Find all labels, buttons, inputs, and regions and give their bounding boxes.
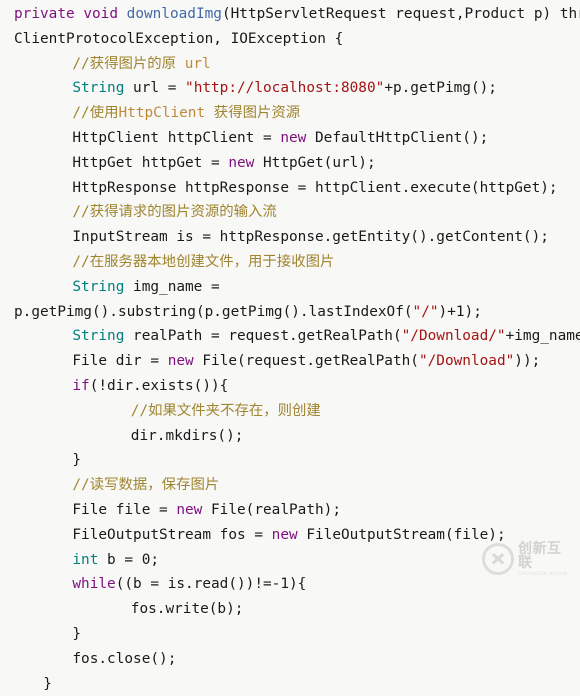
- code-token-plain: ((b = is.read())!=-: [115, 576, 281, 593]
- code-token-cmt: //如果文件夹不存在，则创建: [130, 402, 321, 419]
- code-token-plain: }: [72, 452, 82, 469]
- code-token-kw: new: [280, 129, 307, 146]
- code-token-num: 1: [280, 576, 290, 593]
- code-snippet-viewer: private void downloadImg(HttpServletRequ…: [0, 0, 580, 692]
- code-token-plain: FileOutputStream fos =: [72, 526, 272, 543]
- code-line: InputStream is = httpResponse.getEntity(…: [0, 225, 580, 250]
- code-line: File dir = new File(request.getRealPath(…: [0, 349, 580, 374]
- code-token-plain: ));: [514, 353, 541, 370]
- code-line: }: [0, 672, 580, 696]
- code-token-cmt: //读写数据，保存图片: [72, 477, 220, 494]
- code-line: String realPath = request.getRealPath("/…: [0, 324, 580, 349]
- code-token-plain: DefaultHttpClient();: [306, 129, 489, 146]
- code-line: ClientProtocolException, IOException {: [0, 27, 580, 52]
- code-token-plain: File(request.getRealPath(: [193, 353, 419, 370]
- code-line: String img_name =: [0, 275, 580, 300]
- code-line: //使用HttpClient 获得图片资源: [0, 101, 580, 126]
- code-line: fos.write(b);: [0, 597, 580, 622]
- code-token-kw: new: [176, 501, 203, 518]
- code-line: String url = "http://localhost:8080"+p.g…: [0, 76, 580, 101]
- code-token-plain: )+1);: [438, 303, 482, 320]
- code-token-kw: private: [14, 6, 75, 22]
- code-token-type: String: [72, 80, 125, 97]
- code-line: }: [0, 622, 580, 647]
- code-token-plain: dir.mkdirs();: [130, 427, 244, 444]
- code-line: HttpGet httpGet = new HttpGet(url);: [0, 151, 580, 176]
- code-token-str: "/Download/": [401, 328, 506, 345]
- code-token-plain: ClientProtocolException, IOException {: [14, 30, 344, 47]
- code-line: //获得图片的原 url: [0, 52, 580, 77]
- code-token-plain: HttpResponse httpResponse = httpClient.e…: [72, 179, 558, 196]
- code-token-plain: +img_name);: [505, 328, 580, 345]
- code-line: dir.mkdirs();: [0, 424, 580, 449]
- code-token-plain: }: [72, 625, 82, 642]
- code-token-plain: ;: [150, 551, 160, 568]
- code-token-type: String: [72, 328, 125, 345]
- code-lines-container: private void downloadImg(HttpServletRequ…: [0, 2, 580, 696]
- code-line: HttpResponse httpResponse = httpClient.e…: [0, 176, 580, 201]
- code-token-plain: FileOutputStream(file);: [297, 526, 506, 543]
- code-token-plain: }: [43, 675, 52, 692]
- code-token-kw: while: [72, 576, 116, 593]
- code-token-plain: +p.getPimg();: [384, 80, 497, 97]
- code-token-kw: new: [271, 526, 298, 543]
- code-token-plain: HttpClient httpClient =: [72, 129, 281, 146]
- code-line: private void downloadImg(HttpServletRequ…: [0, 2, 580, 27]
- code-token-plain: fos.write(b);: [130, 601, 244, 618]
- code-token-plain: b =: [98, 551, 142, 568]
- code-token-str: "http://localhost:8080": [185, 80, 385, 97]
- code-token-plain: ){: [289, 576, 307, 593]
- code-token-cmt: 获得图片资源: [205, 105, 301, 122]
- code-token-cmt: //在服务器本地创建文件，用于接收图片: [72, 253, 335, 270]
- code-line: FileOutputStream fos = new FileOutputStr…: [0, 523, 580, 548]
- code-token-plain: File(realPath);: [202, 501, 341, 518]
- code-token-plain: File dir =: [72, 353, 168, 370]
- code-token-cmt-hl: url: [184, 55, 211, 72]
- code-line: HttpClient httpClient = new DefaultHttpC…: [0, 126, 580, 151]
- code-token-cmt: //获得图片的原: [72, 55, 185, 72]
- code-line: File file = new File(realPath);: [0, 498, 580, 523]
- code-token-plain: fos.close();: [72, 650, 177, 667]
- code-token-plain: (HttpServletRequest request,Product p) t…: [221, 6, 580, 22]
- code-token-plain: p.getPimg().substring(p.getPimg().lastIn…: [14, 303, 413, 320]
- code-token-str: "/Download": [418, 353, 515, 370]
- code-line: fos.close();: [0, 647, 580, 672]
- code-line: while((b = is.read())!=-1){: [0, 572, 580, 597]
- code-token-type: String: [72, 278, 125, 295]
- code-token-kw: void: [83, 6, 118, 22]
- code-token-fn: downloadImg: [126, 6, 222, 22]
- code-token-kw: new: [167, 353, 194, 370]
- code-token-plain: realPath = request.getRealPath(: [124, 328, 402, 345]
- code-line: int b = 0;: [0, 548, 580, 573]
- code-line: //如果文件夹不存在，则创建: [0, 399, 580, 424]
- code-token-plain: (!dir.exists()){: [89, 377, 229, 394]
- code-token-cmt: //使用: [72, 105, 119, 122]
- code-line: //读写数据，保存图片: [0, 473, 580, 498]
- code-token-str: "/": [412, 303, 439, 320]
- code-token-kw: if: [72, 377, 90, 394]
- code-line: }: [0, 448, 580, 473]
- code-token-cmt-hl: HttpClient: [118, 105, 206, 122]
- code-token-plain: HttpGet(url);: [254, 154, 376, 171]
- code-token-plain: url =: [124, 80, 186, 97]
- code-token-plain: HttpGet httpGet =: [72, 154, 229, 171]
- code-line: //获得请求的图片资源的输入流: [0, 200, 580, 225]
- code-line: //在服务器本地创建文件，用于接收图片: [0, 250, 580, 275]
- code-token-cmt: //获得请求的图片资源的输入流: [72, 204, 277, 221]
- code-line: if(!dir.exists()){: [0, 374, 580, 399]
- code-token-plain: img_name =: [124, 278, 229, 295]
- code-token-plain: InputStream is = httpResponse.getEntity(…: [72, 229, 549, 246]
- code-token-plain: File file =: [72, 501, 177, 518]
- code-line: p.getPimg().substring(p.getPimg().lastIn…: [0, 300, 580, 325]
- code-token-kw: new: [228, 154, 255, 171]
- code-token-type: int: [72, 551, 99, 568]
